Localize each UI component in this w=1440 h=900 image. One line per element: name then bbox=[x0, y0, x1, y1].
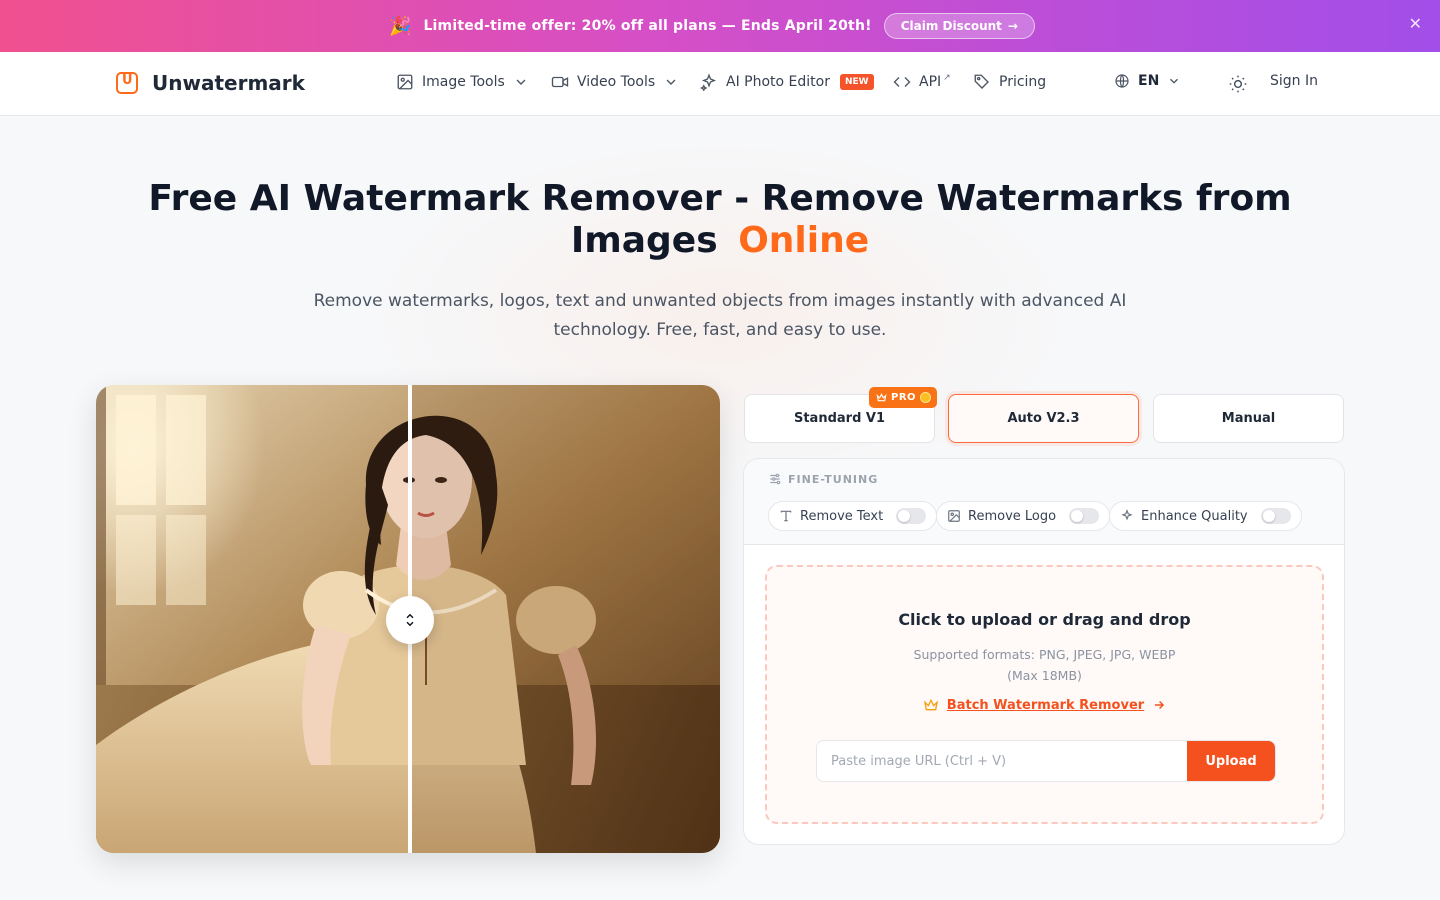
sign-in-label: Sign In bbox=[1270, 73, 1318, 89]
nav-image-tools[interactable]: Image Tools bbox=[396, 73, 529, 91]
promo-text: Limited-time offer: 20% off all plans — … bbox=[423, 18, 872, 34]
tag-icon bbox=[974, 74, 989, 89]
page-title-accent: Online bbox=[738, 220, 870, 264]
close-icon[interactable]: ✕ bbox=[1409, 14, 1422, 33]
language-selector[interactable]: EN bbox=[1114, 73, 1181, 89]
pro-badge-label: PRO bbox=[891, 392, 917, 403]
image-icon bbox=[948, 510, 960, 522]
globe-icon bbox=[1115, 74, 1129, 88]
image-url-input[interactable] bbox=[817, 741, 1187, 781]
formats-line: Supported formats: PNG, JPEG, JPG, WEBP bbox=[913, 647, 1176, 662]
fine-tuning-section: FINE-TUNING Remove Text Remove Logo Enha… bbox=[744, 459, 1344, 545]
nav-image-tools-label: Image Tools bbox=[422, 74, 505, 90]
before-after-comparison[interactable] bbox=[96, 385, 720, 853]
text-icon bbox=[780, 510, 792, 522]
top-nav: Unwatermark Image Tools Video Tools AI P… bbox=[0, 52, 1440, 116]
batch-watermark-remover-link[interactable]: Batch Watermark Remover bbox=[947, 698, 1144, 713]
remove-text-switch[interactable] bbox=[896, 508, 927, 524]
sparkles-icon bbox=[700, 73, 717, 91]
image-icon bbox=[397, 74, 413, 90]
sliders-icon bbox=[770, 473, 781, 485]
upload-panel: FINE-TUNING Remove Text Remove Logo Enha… bbox=[743, 458, 1345, 845]
arrow-right-icon: → bbox=[1007, 19, 1018, 33]
brand-name: Unwatermark bbox=[152, 71, 305, 95]
mode-manual-label: Manual bbox=[1221, 411, 1276, 426]
mode-standard-label: Standard V1 bbox=[793, 411, 886, 426]
claim-discount-button[interactable]: Claim Discount → bbox=[883, 13, 1035, 39]
page-title: Free AI Watermark Remover - Remove Water… bbox=[120, 178, 1320, 264]
promo-banner: 🎉 Limited-time offer: 20% off all plans … bbox=[0, 0, 1440, 52]
comparison-slider-handle[interactable] bbox=[386, 596, 434, 644]
supported-formats: Supported formats: PNG, JPEG, JPG, WEBP … bbox=[767, 644, 1322, 686]
theme-toggle[interactable] bbox=[1228, 74, 1248, 94]
chevron-down-icon bbox=[516, 79, 526, 85]
code-icon bbox=[893, 77, 911, 87]
nav-ai-photo-editor[interactable]: AI Photo Editor NEW bbox=[700, 73, 874, 91]
sparkles-icon bbox=[1121, 509, 1133, 521]
nav-pricing[interactable]: Pricing bbox=[973, 73, 1046, 91]
mode-manual[interactable]: Manual bbox=[1153, 394, 1344, 443]
sign-in-link[interactable]: Sign In bbox=[1270, 73, 1318, 89]
party-icon: 🎉 bbox=[389, 15, 412, 37]
nav-api[interactable]: API ↗ bbox=[893, 73, 951, 91]
enhance-quality-label: Enhance Quality bbox=[1141, 508, 1248, 524]
page-title-main: Free AI Watermark Remover - Remove Water… bbox=[148, 178, 1292, 261]
drag-arrows-icon bbox=[406, 613, 414, 627]
logo-icon bbox=[116, 72, 138, 94]
fine-tuning-label: FINE-TUNING bbox=[788, 472, 879, 486]
brand-logo[interactable]: Unwatermark bbox=[116, 71, 305, 95]
nav-api-label: API bbox=[919, 74, 942, 90]
coin-icon bbox=[920, 392, 932, 403]
nav-video-tools-label: Video Tools bbox=[577, 74, 656, 90]
claim-discount-label: Claim Discount bbox=[900, 19, 1002, 33]
fine-tuning-header: FINE-TUNING bbox=[768, 472, 878, 486]
crown-icon bbox=[923, 698, 938, 711]
nav-video-tools[interactable]: Video Tools bbox=[551, 73, 679, 91]
chevron-down-icon bbox=[666, 79, 676, 85]
remove-text-label: Remove Text bbox=[800, 508, 884, 524]
mode-selector: Standard V1 Auto V2.3 Manual bbox=[744, 394, 1344, 443]
upload-dropzone[interactable]: Click to upload or drag and drop Support… bbox=[765, 565, 1324, 824]
remove-text-toggle[interactable]: Remove Text bbox=[768, 501, 938, 531]
new-badge: NEW bbox=[839, 74, 874, 90]
batch-link-row: Batch Watermark Remover bbox=[767, 697, 1322, 713]
remove-logo-label: Remove Logo bbox=[968, 508, 1057, 524]
enhance-quality-toggle[interactable]: Enhance Quality bbox=[1109, 501, 1302, 531]
sun-icon bbox=[1229, 75, 1247, 93]
crown-icon bbox=[876, 393, 887, 402]
external-link-icon: ↗ bbox=[943, 73, 951, 83]
page-subtitle: Remove watermarks, logos, text and unwan… bbox=[313, 291, 1127, 340]
mode-auto-v2[interactable]: Auto V2.3 bbox=[948, 394, 1139, 443]
dropzone-title: Click to upload or drag and drop bbox=[898, 610, 1191, 629]
pro-badge: PRO bbox=[869, 387, 938, 408]
chevron-down-icon bbox=[1170, 78, 1179, 84]
mode-auto-label: Auto V2.3 bbox=[1007, 411, 1080, 426]
url-upload-row: Upload bbox=[816, 740, 1276, 782]
language-label: EN bbox=[1138, 73, 1160, 89]
remove-logo-switch[interactable] bbox=[1069, 508, 1100, 524]
max-size-line: (Max 18MB) bbox=[1007, 668, 1082, 683]
arrow-right-icon bbox=[1155, 700, 1165, 710]
video-icon bbox=[551, 76, 569, 88]
enhance-quality-switch[interactable] bbox=[1260, 508, 1291, 524]
nav-pricing-label: Pricing bbox=[999, 74, 1047, 90]
upload-button[interactable]: Upload bbox=[1187, 741, 1275, 781]
remove-logo-toggle[interactable]: Remove Logo bbox=[936, 501, 1111, 531]
nav-ai-photo-editor-label: AI Photo Editor bbox=[726, 74, 830, 90]
